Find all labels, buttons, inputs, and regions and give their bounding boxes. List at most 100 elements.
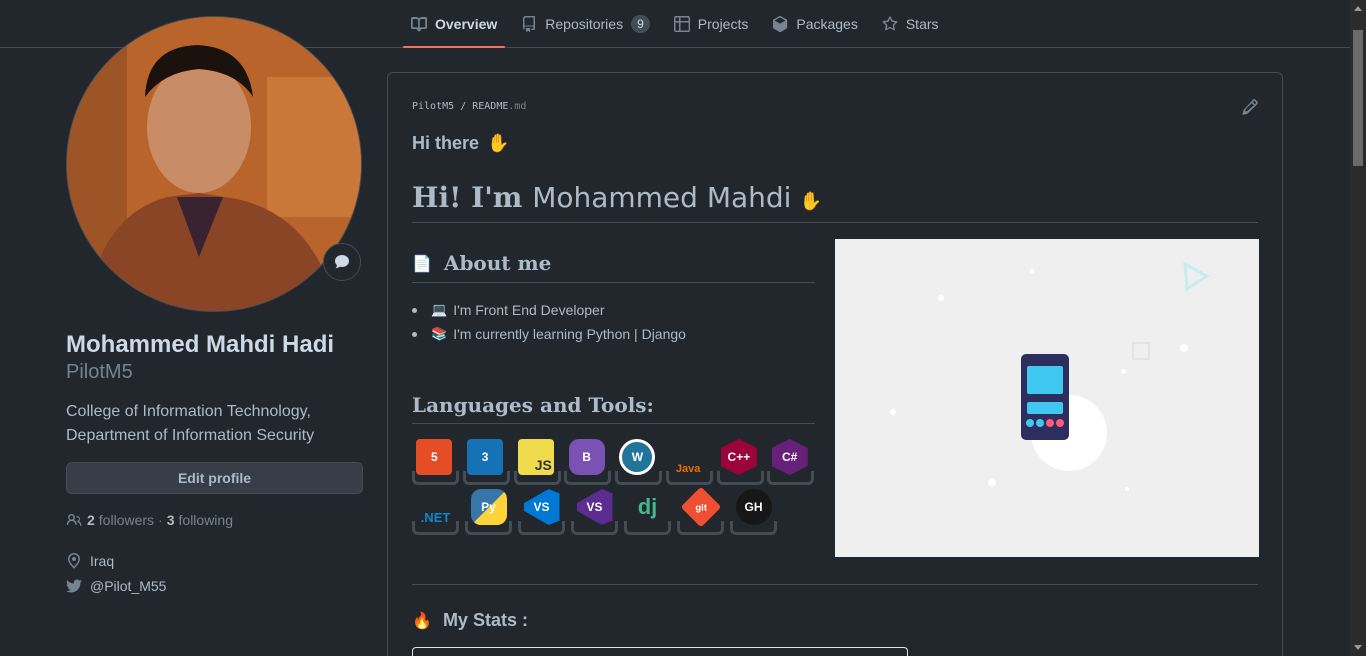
repositories-count-badge: 9 xyxy=(631,14,650,33)
bootstrap-icon[interactable]: B xyxy=(564,439,612,485)
following-count[interactable]: 3 xyxy=(167,512,175,528)
readme-file-name[interactable]: README xyxy=(472,101,508,112)
set-status-button[interactable] xyxy=(323,243,361,281)
avatar-photo xyxy=(67,17,361,311)
bullet-dot xyxy=(412,331,417,337)
tab-projects-label: Projects xyxy=(697,15,749,32)
package-icon xyxy=(773,15,788,32)
dotnet-glyph: .NET xyxy=(420,510,451,525)
following-link[interactable]: following xyxy=(179,512,233,528)
java-glyph: Java xyxy=(675,463,701,475)
about-me-heading: 📄 About me xyxy=(412,251,551,275)
tools-row: 5 3 JS B W Java C++ C# xyxy=(412,439,815,485)
python-glyph: Py xyxy=(470,489,507,525)
javascript-glyph: JS xyxy=(517,439,554,475)
wordpress-icon[interactable]: W xyxy=(615,439,662,485)
languages-divider xyxy=(412,423,815,424)
languages-title: Languages and Tools: xyxy=(412,393,654,417)
bullet-dot xyxy=(412,307,417,313)
tab-stars[interactable]: Stars xyxy=(874,0,947,47)
pencil-icon[interactable] xyxy=(1242,99,1258,115)
tab-packages-label: Packages xyxy=(796,15,858,32)
people-icon xyxy=(66,513,82,526)
smiley-speech-icon xyxy=(335,255,349,269)
phone-dot xyxy=(1046,419,1054,427)
tab-packages[interactable]: Packages xyxy=(764,0,865,47)
heading-intro: Hi! I'm xyxy=(412,181,523,214)
readme-breadcrumb: PilotM5 / README.md xyxy=(412,101,526,112)
visualstudio-icon[interactable]: VS xyxy=(571,489,618,535)
readme-owner-link[interactable]: PilotM5 xyxy=(412,101,454,112)
languages-heading: Languages and Tools: xyxy=(412,393,654,417)
sparkle xyxy=(938,295,944,301)
django-icon[interactable]: dj xyxy=(624,489,671,535)
books-icon: 📚 xyxy=(431,326,448,342)
javascript-icon[interactable]: JS xyxy=(513,439,561,485)
java-icon[interactable]: Java xyxy=(665,439,713,485)
waving-hand-icon: ✋ xyxy=(799,191,822,212)
tab-repositories-label: Repositories xyxy=(545,15,624,32)
heading-divider xyxy=(412,222,1258,223)
laptop-icon: 💻 xyxy=(431,302,448,318)
scroll-down-arrow-icon[interactable] xyxy=(1354,645,1362,650)
cplusplus-icon[interactable]: C++ xyxy=(716,439,764,485)
git-icon[interactable]: git xyxy=(677,486,724,535)
github-icon[interactable]: GH xyxy=(730,489,777,535)
sparkle xyxy=(1180,344,1188,352)
followers-link[interactable]: followers xyxy=(99,512,154,528)
sparkle xyxy=(890,409,896,415)
list-item-text: I'm currently learning Python | Django xyxy=(453,326,686,342)
sparkle xyxy=(1125,487,1129,491)
list-item: 📚 I'm currently learning Python | Django xyxy=(412,326,686,342)
followers-count[interactable]: 2 xyxy=(87,512,95,528)
profile-username: PilotM5 xyxy=(66,361,133,383)
scroll-up-arrow-icon[interactable] xyxy=(1354,6,1362,11)
django-glyph: dj xyxy=(637,494,658,519)
cplusplus-glyph: C++ xyxy=(720,439,757,475)
twitter-handle[interactable]: @Pilot_M55 xyxy=(90,578,166,594)
phone-dot xyxy=(1026,419,1034,427)
profile-fullname: Mohammed Mahdi Hadi xyxy=(66,331,335,358)
readme-main-heading: Hi! I'm Mohammed Mahdi ✋ xyxy=(412,181,822,214)
waving-hand-icon: ✋ xyxy=(487,133,510,153)
breadcrumb-separator: / xyxy=(460,101,473,112)
phone-screen xyxy=(1027,366,1063,394)
tab-repositories[interactable]: Repositories 9 xyxy=(513,0,658,47)
phone-dot xyxy=(1056,419,1064,427)
vscode-icon[interactable]: VS xyxy=(518,489,565,535)
sparkle xyxy=(1121,369,1126,374)
page-scrollbar[interactable] xyxy=(1350,0,1366,656)
phone-dots xyxy=(1026,419,1064,427)
sparkle xyxy=(988,479,996,487)
profile-twitter[interactable]: @Pilot_M55 xyxy=(66,578,166,594)
fire-icon: 🔥 xyxy=(412,611,432,630)
dotnet-icon[interactable]: .NET xyxy=(412,489,459,535)
document-icon: 📄 xyxy=(412,253,432,273)
profile-tabs: Overview Repositories 9 Projects Package… xyxy=(403,0,955,48)
readme-greeting: Hi there ✋ xyxy=(412,133,509,154)
tools-row: .NET Py VS VS dj git GH xyxy=(412,486,812,535)
my-stats-heading: 🔥 My Stats : xyxy=(412,610,528,631)
csharp-icon[interactable]: C# xyxy=(767,439,815,485)
edit-profile-button[interactable]: Edit profile xyxy=(66,462,363,494)
phone-bar xyxy=(1027,402,1063,414)
about-me-title: About me xyxy=(443,251,552,275)
tab-projects[interactable]: Projects xyxy=(666,0,757,47)
github-glyph: GH xyxy=(735,489,772,525)
readme-card: PilotM5 / README.md Hi there ✋ Hi! I'm Mo… xyxy=(387,72,1283,656)
visualstudio-glyph: VS xyxy=(576,489,613,525)
phone-dot xyxy=(1036,419,1044,427)
git-glyph-label: git xyxy=(694,501,707,513)
heading-name: Mohammed Mahdi xyxy=(532,181,792,214)
tab-overview[interactable]: Overview xyxy=(403,0,506,48)
developer-illustration xyxy=(835,239,1259,557)
tab-stars-label: Stars xyxy=(905,15,939,32)
sparkle xyxy=(1030,269,1034,273)
scrollbar-thumb[interactable] xyxy=(1353,30,1363,166)
css3-icon[interactable]: 3 xyxy=(462,439,510,485)
python-icon[interactable]: Py xyxy=(465,489,512,535)
book-icon xyxy=(411,16,427,31)
profile-avatar[interactable] xyxy=(66,16,362,312)
vscode-glyph: VS xyxy=(523,489,560,525)
html5-icon[interactable]: 5 xyxy=(412,439,459,485)
